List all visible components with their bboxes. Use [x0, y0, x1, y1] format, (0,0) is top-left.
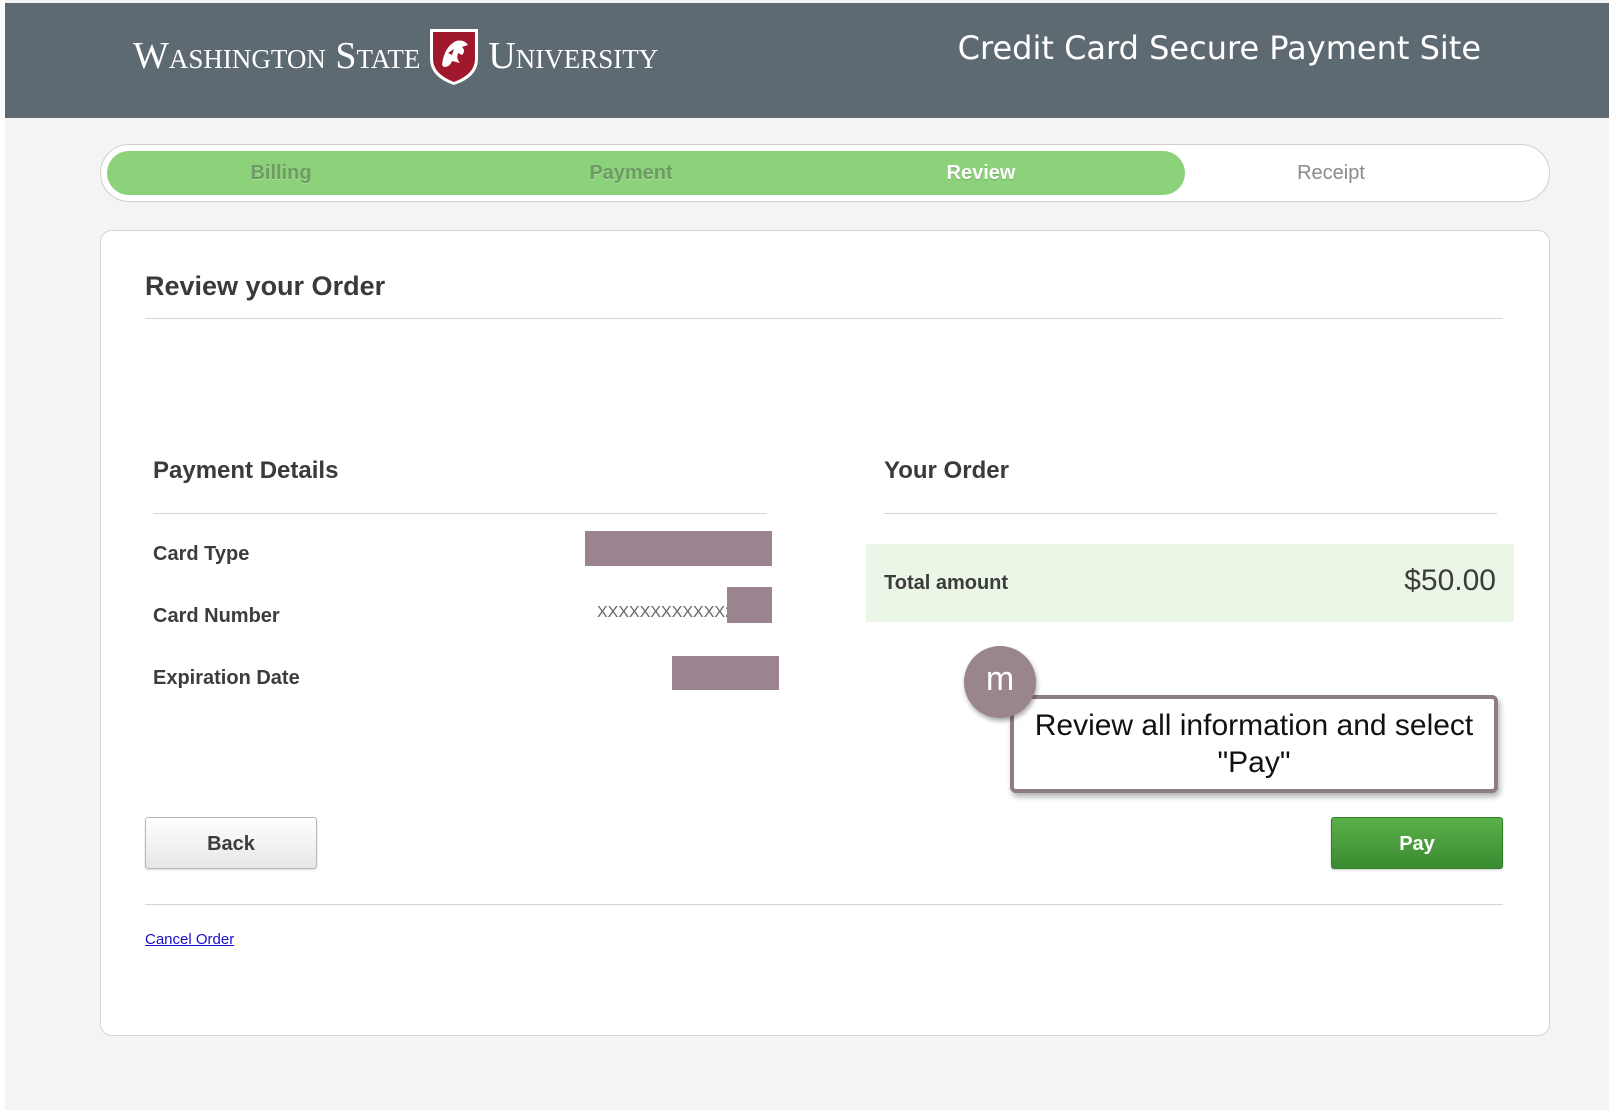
card-type-value-redacted [585, 531, 772, 566]
your-order-heading: Your Order [884, 457, 1009, 484]
total-amount-label: Total amount [884, 572, 1009, 594]
total-amount-value: $50.00 [1404, 564, 1496, 597]
tutorial-step-badge: m [964, 646, 1036, 718]
step-review: Review [946, 162, 1016, 184]
cougar-shield-icon [430, 29, 479, 85]
pay-button[interactable]: Pay [1331, 817, 1503, 869]
site-header: Washington State University Credit Card … [5, 3, 1609, 118]
logo-text-washington-state: Washington State [133, 35, 421, 77]
back-button[interactable]: Back [145, 817, 317, 869]
site-title: Credit Card Secure Payment Site [957, 29, 1481, 67]
expiration-date-value-redacted [672, 656, 779, 690]
review-order-panel: Review your Order Payment Details Card T… [100, 230, 1550, 1036]
step-receipt: Receipt [1297, 162, 1365, 184]
step-payment: Payment [589, 162, 673, 184]
title-divider [145, 318, 1503, 319]
logo-text-university: University [488, 35, 659, 77]
your-order-divider [884, 513, 1497, 514]
page-title: Review your Order [145, 271, 386, 301]
payment-details-divider [153, 513, 767, 514]
card-number-value: XXXXXXXXXXXX2 [597, 604, 734, 621]
expiration-date-label: Expiration Date [153, 667, 300, 689]
tutorial-callout: Review all information and select "Pay" [1010, 695, 1498, 793]
total-amount-row: Total amount $50.00 [866, 544, 1514, 622]
card-number-label: Card Number [153, 605, 280, 627]
checkout-progress: Billing Payment Review Receipt [100, 144, 1550, 202]
payment-details-heading: Payment Details [153, 457, 339, 484]
card-number-redacted [727, 587, 772, 623]
step-billing: Billing [250, 162, 312, 184]
card-type-label: Card Type [153, 543, 250, 565]
cancel-order-link[interactable]: Cancel Order [145, 931, 234, 948]
wsu-logo[interactable]: Washington State University [133, 25, 658, 87]
footer-divider [145, 904, 1503, 905]
